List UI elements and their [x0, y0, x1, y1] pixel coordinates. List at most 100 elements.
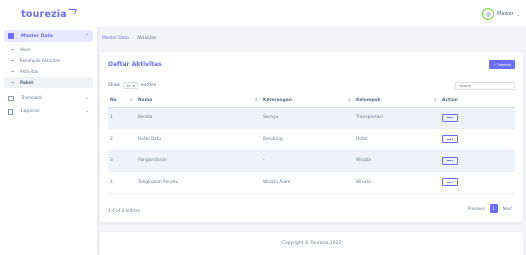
- table-row: 3 Pangandaran - Wisata ▾: [108, 150, 515, 172]
- sidebar-item-label: Akun: [20, 47, 31, 52]
- brand-logo[interactable]: tourezia: [0, 0, 97, 28]
- sidebar-item-aktivitas[interactable]: Aktivitas: [4, 66, 93, 77]
- chevron-down-icon: ▾: [451, 137, 454, 142]
- sidebar-item-laporan[interactable]: Laporan ⌄: [4, 105, 93, 118]
- page-size-select[interactable]: 10 ▾: [122, 82, 138, 89]
- sidebar-item-paket[interactable]: Paket: [4, 77, 93, 88]
- next-button[interactable]: Next: [500, 204, 515, 213]
- sidebar-item-label: Transaksi: [21, 96, 43, 101]
- row-action-button[interactable]: ▾: [442, 135, 458, 144]
- entries-info: 1-4 of 4 entries: [108, 208, 141, 213]
- sidebar-item-label: Laporan: [21, 109, 40, 114]
- dash-icon: [11, 60, 14, 61]
- cell-action: ▾: [440, 171, 515, 194]
- sidebar-item-label: Kelompok Aktivitas: [20, 58, 61, 63]
- more-icon: [446, 181, 451, 183]
- cell-keterangan: Wisata Alam: [261, 171, 354, 194]
- previous-button[interactable]: Previous: [465, 204, 488, 213]
- chevron-down-icon: ▾: [451, 115, 454, 120]
- dash-icon: [11, 49, 14, 50]
- header-label: Keterangan: [263, 98, 292, 104]
- cell-kelompok: Hotel: [354, 128, 440, 151]
- breadcrumb-current: Aktivitas: [137, 36, 157, 41]
- dash-icon: [11, 82, 14, 83]
- sort-icon: ⇅: [433, 98, 437, 103]
- column-header-nama[interactable]: Nama ⇅: [136, 95, 261, 108]
- card-title: Daftar Aktivitas: [108, 61, 162, 68]
- cell-nama: Hotel Batu: [136, 128, 261, 151]
- sidebar-item-master-data[interactable]: Master Data ⌃: [4, 30, 93, 42]
- copyright-text: Copyright © Tourezia 2022: [281, 241, 342, 246]
- logo-wing-icon: [66, 9, 77, 14]
- cell-no: 1: [108, 107, 136, 129]
- more-icon: [446, 160, 451, 162]
- transaction-icon: [8, 96, 14, 101]
- cell-keterangan: Bandung: [261, 128, 354, 151]
- cell-no: 2: [108, 128, 136, 151]
- database-icon: [8, 33, 14, 39]
- chevron-down-icon: ⌄: [85, 96, 89, 101]
- header-label: Kelompok: [356, 98, 381, 104]
- sidebar: tourezia Master Data ⌃ Akun Kelompok Akt…: [0, 0, 97, 255]
- table-row: 4 Tangkuban Perahu Wisata Alam Wisata ▾: [108, 171, 515, 194]
- search-input[interactable]: [455, 82, 515, 90]
- cell-action: ▾: [440, 107, 515, 129]
- cell-keterangan: -: [261, 150, 354, 172]
- table-header-row: No ⇅ Nama ⇅ Keterangan ⇅ Kelompok ⇅ Action: [108, 95, 515, 108]
- cell-nama: Pangandaran: [136, 150, 261, 172]
- column-header-kelompok[interactable]: Kelompok ⇅: [354, 95, 440, 108]
- add-button[interactable]: + Tambah: [489, 60, 515, 69]
- pagination: Previous 1 Next: [465, 204, 515, 213]
- report-icon: [8, 108, 13, 115]
- table-row: 1 Kereta Serayu Transportasi ▾: [108, 107, 515, 129]
- row-action-button[interactable]: ▾: [442, 156, 458, 165]
- header-label: Nama: [138, 98, 153, 104]
- cell-keterangan: Serayu: [261, 107, 354, 129]
- entries-label: entries: [140, 83, 157, 88]
- topbar: Mawar ⌄: [97, 0, 526, 28]
- cell-kelompok: Wisata: [354, 171, 440, 194]
- submenu-master-data: Akun Kelompok Aktivitas Aktivitas Paket: [4, 44, 93, 88]
- column-header-action: Action: [440, 95, 515, 108]
- activity-card: Daftar Aktivitas + Tambah Show 10 ▾ entri…: [100, 52, 523, 222]
- column-header-keterangan[interactable]: Keterangan ⇅: [261, 95, 354, 108]
- page-size-control: Show 10 ▾ entries: [108, 82, 156, 89]
- page-size-value: 10: [125, 83, 131, 88]
- more-icon: [446, 117, 451, 119]
- cell-nama: Tangkuban Perahu: [136, 171, 261, 194]
- cell-no: 4: [108, 171, 136, 194]
- breadcrumb-parent[interactable]: Master Data: [102, 36, 129, 41]
- dash-icon: [11, 71, 14, 72]
- sidebar-item-label: Aktivitas: [20, 69, 39, 74]
- user-menu[interactable]: Mawar ⌄: [482, 8, 520, 20]
- cell-kelompok: Wisata: [354, 150, 440, 172]
- user-name: Mawar: [497, 11, 514, 17]
- chevron-down-icon: ▾: [451, 180, 454, 185]
- avatar: [482, 8, 495, 20]
- chevron-down-icon: ⌄: [516, 11, 520, 17]
- cell-no: 3: [108, 150, 136, 172]
- row-action-button[interactable]: ▾: [442, 178, 458, 187]
- cell-nama: Kereta: [136, 107, 261, 129]
- column-header-no[interactable]: No ⇅: [108, 95, 136, 108]
- table-row: 2 Hotel Batu Bandung Hotel ▾: [108, 128, 515, 151]
- sidebar-item-label: Paket: [20, 80, 34, 85]
- show-label: Show: [108, 83, 120, 88]
- page-button-current[interactable]: 1: [489, 204, 498, 213]
- row-action-button[interactable]: ▾: [442, 113, 458, 122]
- user-icon: [485, 11, 491, 17]
- sidebar-item-kelompok-aktivitas[interactable]: Kelompok Aktivitas: [4, 55, 93, 66]
- sidebar-item-akun[interactable]: Akun: [4, 44, 93, 55]
- sidebar-menu: Master Data ⌃ Akun Kelompok Aktivitas Ak…: [0, 30, 97, 118]
- sidebar-item-transaksi[interactable]: Transaksi ⌄: [4, 92, 93, 105]
- more-icon: [446, 138, 451, 140]
- activity-table: No ⇅ Nama ⇅ Keterangan ⇅ Kelompok ⇅ Action 1…: [108, 95, 515, 194]
- sort-icon: ⇅: [254, 98, 258, 103]
- sort-icon: ⇅: [347, 98, 351, 103]
- cell-action: ▾: [440, 150, 515, 172]
- chevron-down-icon: ⌄: [85, 109, 89, 114]
- chevron-up-icon: ⌃: [85, 33, 89, 39]
- chevron-down-icon: ▾: [451, 158, 454, 163]
- footer: Copyright © Tourezia 2022: [100, 232, 523, 255]
- sort-icon: ⇅: [129, 98, 133, 103]
